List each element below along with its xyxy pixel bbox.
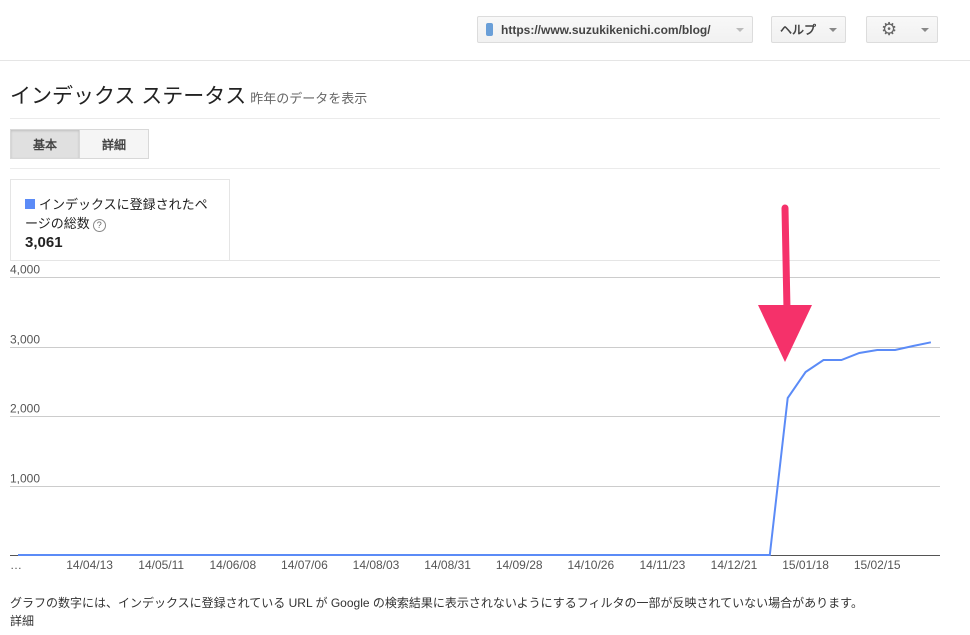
x-tick-label: 14/09/28 [496, 558, 543, 572]
y-tick-label: 4,000 [10, 263, 40, 277]
x-tick-label: 14/07/06 [281, 558, 328, 572]
series-line [18, 341, 932, 556]
footer-note: グラフの数字には、インデックスに登録されている URL が Google の検索… [10, 594, 863, 630]
footer-note-text: グラフの数字には、インデックスに登録されている URL が Google の検索… [10, 596, 863, 610]
x-tick-label: 14/08/31 [424, 558, 471, 572]
arrow-annotation [758, 204, 812, 362]
y-tick-label: 2,000 [10, 402, 40, 416]
x-tick-label: 15/01/18 [782, 558, 829, 572]
x-tick-label: … [10, 558, 22, 572]
x-tick-label: 14/05/11 [138, 558, 184, 572]
x-tick-label: 14/10/26 [567, 558, 614, 572]
x-tick-label: 14/12/21 [711, 558, 758, 572]
x-tick-label: 14/06/08 [209, 558, 256, 572]
x-tick-label: 14/04/13 [66, 558, 113, 572]
y-tick-label: 1,000 [10, 472, 40, 486]
x-tick-label: 15/02/15 [854, 558, 901, 572]
index-status-chart: 4,000 3,000 2,000 1,000 … 14/04/13 14/05/11 14/… [10, 204, 940, 572]
details-link[interactable]: 詳細 [10, 614, 34, 628]
x-tick-label: 14/08/03 [353, 558, 400, 572]
x-tick-label: 14/11/23 [639, 558, 685, 572]
y-tick-label: 3,000 [10, 333, 40, 347]
